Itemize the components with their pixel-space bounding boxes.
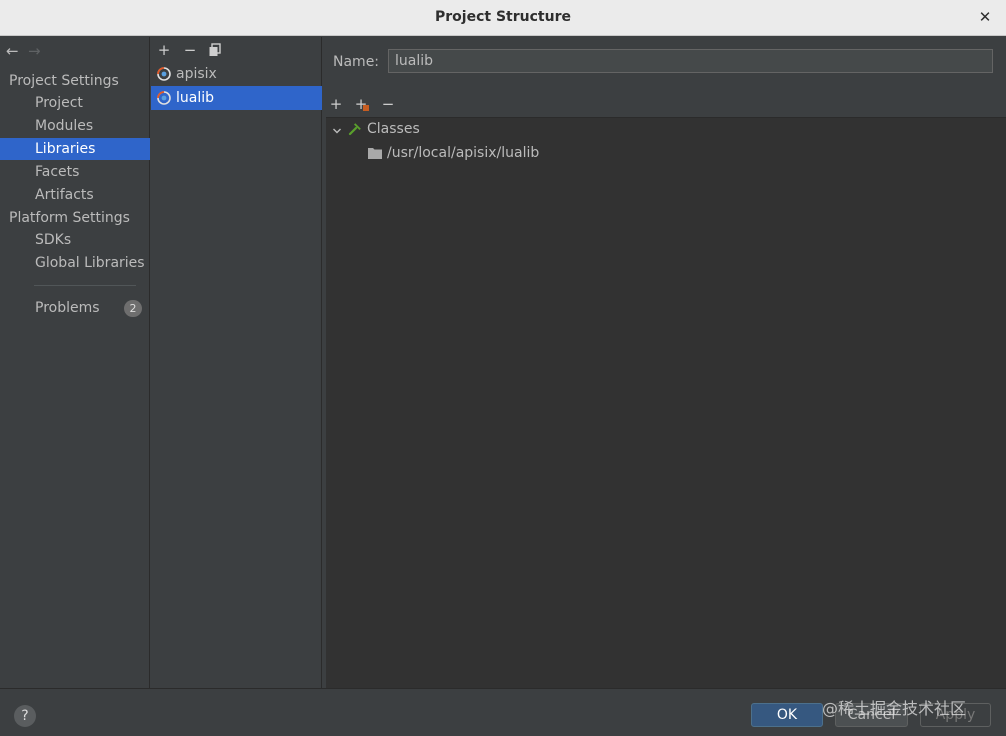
sidebar-item-artifacts[interactable]: Artifacts: [0, 184, 150, 206]
folder-icon: [368, 148, 382, 159]
library-roots-tree: Classes /usr/local/apisix/lualib: [326, 117, 1006, 688]
library-name: lualib: [176, 90, 215, 106]
settings-sidebar: ← → Project Settings Project Modules Libr…: [0, 37, 150, 688]
title-bar: Project Structure ✕: [0, 0, 1006, 36]
attach-classes-button[interactable]: +: [353, 95, 369, 113]
sidebar-item-global-libraries[interactable]: Global Libraries: [0, 252, 150, 274]
name-label: Name:: [333, 54, 380, 70]
platform-settings-header: Platform Settings: [9, 210, 130, 226]
problems-label: Problems: [35, 300, 100, 316]
remove-root-button[interactable]: −: [380, 95, 396, 113]
forward-arrow-icon[interactable]: →: [28, 42, 46, 60]
hammer-icon: [348, 123, 361, 136]
watermark-text: @稀土掘金技术社区: [822, 699, 967, 718]
copy-icon: [209, 43, 221, 56]
help-icon[interactable]: ?: [14, 705, 36, 727]
library-name: apisix: [176, 66, 217, 82]
sidebar-item-sdks[interactable]: SDKs: [0, 229, 150, 251]
window-title: Project Structure: [435, 9, 571, 25]
library-icon: [157, 67, 171, 81]
sidebar-divider: [34, 285, 136, 286]
project-settings-header: Project Settings: [9, 73, 119, 89]
dialog-footer: ? OK Cancel Apply @稀土掘金技术社区: [0, 688, 1006, 736]
library-item-lualib[interactable]: lualib: [151, 86, 322, 110]
remove-library-button[interactable]: −: [182, 41, 198, 59]
libraries-list-pane: + − apisix lualib: [151, 37, 322, 688]
library-name-field[interactable]: lualib: [388, 49, 993, 73]
attach-badge-icon: [363, 105, 369, 111]
ok-button[interactable]: OK: [751, 703, 823, 727]
close-icon[interactable]: ✕: [976, 7, 994, 27]
library-icon: [157, 91, 171, 105]
sidebar-item-problems[interactable]: Problems 2: [0, 297, 150, 319]
problems-count-badge: 2: [124, 300, 142, 317]
tree-node-path[interactable]: /usr/local/apisix/lualib: [368, 142, 768, 164]
sidebar-item-project[interactable]: Project: [0, 92, 150, 114]
chevron-down-icon[interactable]: [332, 126, 342, 136]
library-item-apisix[interactable]: apisix: [151, 62, 322, 86]
back-arrow-icon[interactable]: ←: [6, 42, 24, 60]
library-detail-pane: Name: lualib + + − Classes /usr/local/ap…: [323, 37, 1006, 688]
add-library-button[interactable]: +: [156, 41, 172, 59]
tree-node-path-label: /usr/local/apisix/lualib: [387, 145, 540, 161]
nav-arrows: ← →: [6, 42, 46, 62]
sidebar-item-facets[interactable]: Facets: [0, 161, 150, 183]
sidebar-item-libraries[interactable]: Libraries: [0, 138, 150, 160]
tree-node-label: Classes: [367, 121, 420, 137]
tree-node-classes[interactable]: Classes: [326, 118, 626, 140]
sidebar-item-modules[interactable]: Modules: [0, 115, 150, 137]
add-root-button[interactable]: +: [328, 95, 344, 113]
copy-library-button[interactable]: [207, 41, 223, 59]
